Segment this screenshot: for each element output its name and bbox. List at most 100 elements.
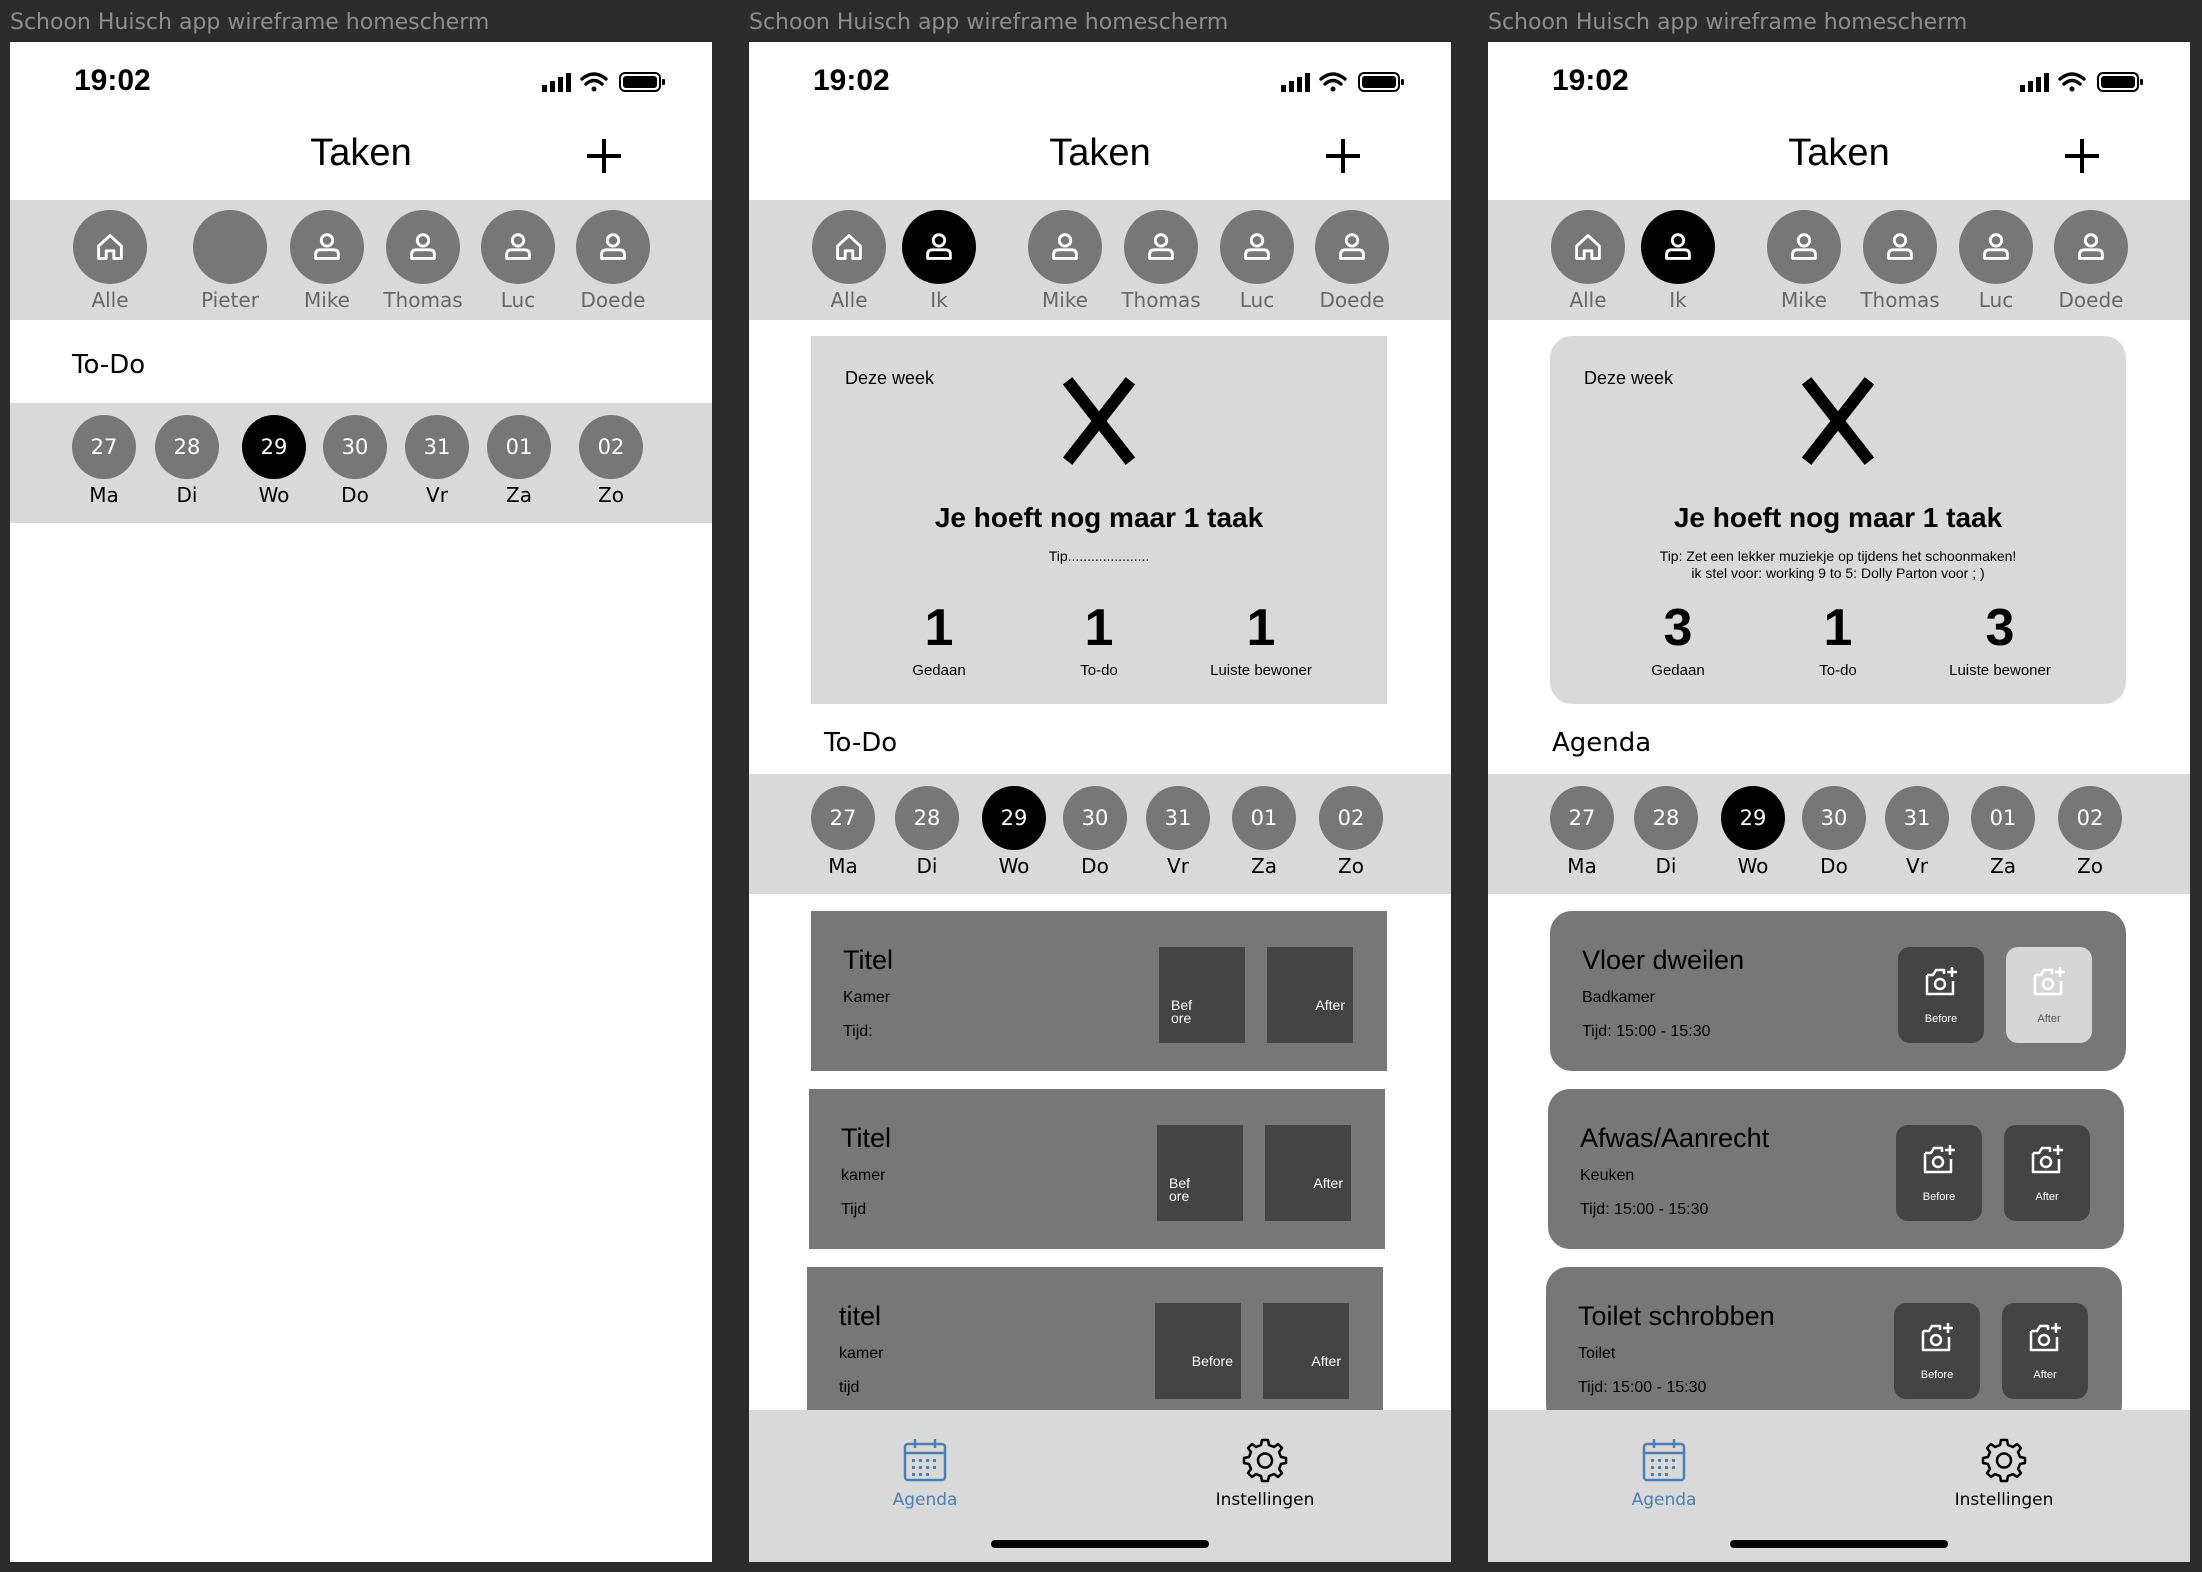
task-card[interactable]: titel kamer tijd Before After [807, 1267, 1383, 1427]
person-chip-luc[interactable]: Luc [1946, 210, 2046, 312]
day-chip[interactable]: 01 Za [1963, 786, 2043, 878]
before-photo-button[interactable]: Before [1155, 1303, 1241, 1399]
after-photo-button[interactable]: After [2004, 1125, 2090, 1221]
day-chip[interactable]: 27 Ma [1542, 786, 1622, 878]
person-chip-ik[interactable]: Ik [1628, 210, 1728, 312]
add-task-button[interactable] [584, 136, 624, 176]
person-icon [1124, 210, 1198, 284]
person-label: Luc [500, 288, 536, 312]
after-photo-button[interactable]: After [2002, 1303, 2088, 1399]
weekly-summary-card: Deze week Je hoeft nog maar 1 taak Tip: … [1550, 336, 2126, 704]
tab-instellingen[interactable]: Instellingen [1924, 1436, 2084, 1510]
task-card[interactable]: Titel Kamer Tijd: Bef ore After [811, 911, 1387, 1071]
gear-icon [1242, 1438, 1288, 1483]
after-photo-button[interactable]: After [1265, 1125, 1351, 1221]
signal-icon [1281, 73, 1310, 92]
tab-agenda[interactable]: Agenda [845, 1436, 1005, 1510]
person-chip-pieter[interactable]: Pieter [180, 210, 280, 312]
before-label: Before [1920, 1369, 1954, 1381]
task-card[interactable]: Titel kamer Tijd Bef ore After [809, 1089, 1385, 1249]
day-number: 31 [1146, 786, 1210, 850]
person-chip-doede[interactable]: Doede [2041, 210, 2141, 312]
day-label: Ma [828, 854, 858, 878]
before-photo-button[interactable]: Bef ore [1159, 947, 1245, 1043]
day-chip[interactable]: 02 Zo [571, 415, 651, 507]
after-photo-button[interactable]: After [1267, 947, 1353, 1043]
person-label: Luc [1978, 288, 2014, 312]
summary-headline: Je hoeft nog maar 1 taak [1673, 502, 2003, 533]
after-photo-button[interactable]: After [1263, 1303, 1349, 1399]
day-chip[interactable]: 31 Vr [1877, 786, 1957, 878]
before-photo-button[interactable]: Bef ore [1157, 1125, 1243, 1221]
day-chip[interactable]: 31 Vr [1138, 786, 1218, 878]
day-chip[interactable]: 30 Do [315, 415, 395, 507]
day-chip[interactable]: 02 Zo [1311, 786, 1391, 878]
day-chip[interactable]: 01 Za [479, 415, 559, 507]
stat-label: Luiste bewoner [1949, 662, 2051, 679]
before-label: Bef ore [1171, 997, 1193, 1026]
person-filter-bar: Alle Pieter Mike Thomas Luc Doede [10, 200, 712, 320]
person-label: Doede [1319, 288, 1385, 312]
before-photo-button[interactable]: Before [1894, 1303, 1980, 1399]
person-icon [902, 210, 976, 284]
person-chip-doede[interactable]: Doede [1302, 210, 1402, 312]
day-chip[interactable]: 02 Zo [2050, 786, 2130, 878]
home-indicator [991, 1540, 1209, 1548]
day-chip[interactable]: 30 Do [1794, 786, 1874, 878]
add-photo-icon [1923, 1145, 1955, 1174]
before-photo-button[interactable]: Before [1898, 947, 1984, 1043]
day-number: 27 [1550, 786, 1614, 850]
day-chip-selected[interactable]: 29 Wo [1713, 786, 1793, 878]
day-chip[interactable]: 31 Vr [397, 415, 477, 507]
tab-bar: Agenda Instellingen [1488, 1410, 2190, 1562]
day-chip[interactable]: 30 Do [1055, 786, 1135, 878]
person-label: Luc [1239, 288, 1275, 312]
day-number: 28 [1634, 786, 1698, 850]
day-chip[interactable]: 01 Za [1224, 786, 1304, 878]
status-icons [542, 72, 665, 92]
tab-agenda[interactable]: Agenda [1584, 1436, 1744, 1510]
person-label: Thomas [1860, 288, 1940, 312]
before-label: Before [1922, 1191, 1956, 1203]
person-chip-luc[interactable]: Luc [468, 210, 568, 312]
before-photo-button[interactable]: Before [1896, 1125, 1982, 1221]
person-chip-ik[interactable]: Ik [889, 210, 989, 312]
day-chip[interactable]: 28 Di [887, 786, 967, 878]
task-card[interactable]: Vloer dweilen Badkamer Tijd: 15:00 - 15:… [1550, 911, 2126, 1071]
add-photo-icon [1921, 1323, 1953, 1352]
person-chip-alle[interactable]: Alle [799, 210, 899, 312]
day-chip-selected[interactable]: 29 Wo [974, 786, 1054, 878]
person-chip-mike[interactable]: Mike [1015, 210, 1115, 312]
day-chip[interactable]: 27 Ma [64, 415, 144, 507]
person-chip-alle[interactable]: Alle [60, 210, 160, 312]
day-chip[interactable]: 28 Di [1626, 786, 1706, 878]
tab-bar: Agenda Instellingen [749, 1410, 1451, 1562]
person-chip-thomas[interactable]: Thomas [1850, 210, 1950, 312]
after-photo-button[interactable]: After [2006, 947, 2092, 1043]
person-chip-thomas[interactable]: Thomas [373, 210, 473, 312]
person-chip-thomas[interactable]: Thomas [1111, 210, 1211, 312]
stat-done: 3 Gedaan [1598, 598, 1758, 679]
task-title: Afwas/Aanrecht [1580, 1123, 1770, 1153]
tab-instellingen[interactable]: Instellingen [1185, 1436, 1345, 1510]
day-number: 29 [1721, 786, 1785, 850]
person-icon [576, 210, 650, 284]
day-label: Vr [1906, 854, 1928, 878]
task-card[interactable]: Toilet schrobben Toilet Tijd: 15:00 - 15… [1546, 1267, 2122, 1427]
day-chip-selected[interactable]: 29 Wo [234, 415, 314, 507]
day-number: 29 [982, 786, 1046, 850]
frame-title: Schoon Huisch app wireframe homescherm [1488, 10, 1968, 35]
add-task-button[interactable] [1323, 136, 1363, 176]
day-chip[interactable]: 28 Di [147, 415, 227, 507]
day-number: 30 [323, 415, 387, 479]
task-card[interactable]: Afwas/Aanrecht Keuken Tijd: 15:00 - 15:3… [1548, 1089, 2124, 1249]
person-chip-alle[interactable]: Alle [1538, 210, 1638, 312]
day-chip[interactable]: 27 Ma [803, 786, 883, 878]
person-chip-mike[interactable]: Mike [1754, 210, 1854, 312]
add-task-button[interactable] [2062, 136, 2102, 176]
person-filter-bar: Alle Ik Mike Thomas Luc Doede [749, 200, 1451, 320]
person-chip-doede[interactable]: Doede [563, 210, 663, 312]
person-icon [290, 210, 364, 284]
person-chip-mike[interactable]: Mike [277, 210, 377, 312]
person-chip-luc[interactable]: Luc [1207, 210, 1307, 312]
